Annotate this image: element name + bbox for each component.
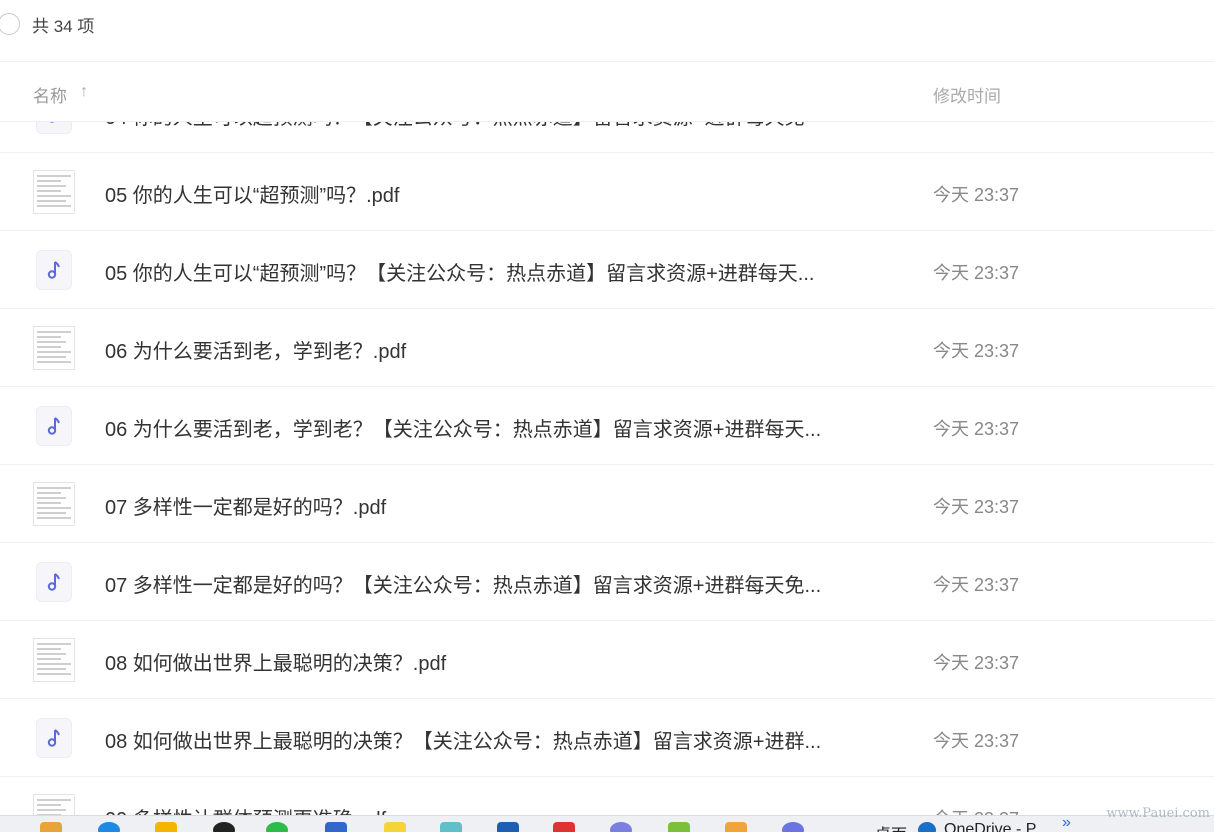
file-name[interactable]: 07 多样性一定都是好的吗？.pdf [105,491,865,520]
audio-icon [36,718,72,758]
column-header: 名称 ↑ 修改时间 [0,62,1214,122]
file-name[interactable]: 08 如何做出世界上最聪明的决策？.pdf [105,647,865,676]
pdf-icon [33,794,75,815]
watermark: www.Pauei.com [1106,806,1210,821]
file-name[interactable]: 07 多样性一定都是好的吗？【关注公众号：热点赤道】留言求资源+进群每天免... [105,569,865,598]
file-modified-time: 今天 23:37 [933,575,1020,595]
taskbar-app-icon[interactable] [610,822,632,832]
taskbar-app-icon[interactable] [40,822,62,832]
onedrive-icon [918,822,936,832]
file-row[interactable]: 07 多样性一定都是好的吗？【关注公众号：热点赤道】留言求资源+进群每天免...… [0,543,1214,621]
taskbar-desktop-label[interactable]: 桌面 [875,821,907,832]
taskbar-app-icon[interactable] [325,822,347,832]
taskbar-notes-icon[interactable] [384,822,406,832]
taskbar: 桌面 OneDrive - P » [0,815,1214,832]
taskbar-app-icon[interactable] [440,822,462,832]
column-name-header[interactable]: 名称 [33,82,67,107]
audio-icon [36,122,72,134]
file-name[interactable]: 05 你的人生可以“超预测”吗？.pdf [105,179,865,208]
file-modified-time: 今天 23:37 [933,185,1020,205]
file-row[interactable]: 08 如何做出世界上最聪明的决策？【关注公众号：热点赤道】留言求资源+进群...… [0,699,1214,777]
file-list: 04 你的人生可以超预测吗？【关注公众号：热点赤道】留言求资源+进群每天免 05 … [0,122,1214,815]
file-name[interactable]: 06 为什么要活到老，学到老？.pdf [105,335,865,364]
file-modified-time: 今天 23:37 [933,341,1020,361]
file-modified-time: 今天 23:37 [933,419,1020,439]
pdf-icon [33,482,75,526]
file-row[interactable]: 05 你的人生可以“超预测”吗？【关注公众号：热点赤道】留言求资源+进群每天..… [0,231,1214,309]
file-name[interactable]: 09 多样性让群体预测更准确.pdf [105,803,865,815]
taskbar-app-icon[interactable] [553,822,575,832]
taskbar-app-icon[interactable] [497,822,519,832]
file-name[interactable]: 06 为什么要活到老，学到老？【关注公众号：热点赤道】留言求资源+进群每天... [105,413,865,442]
file-row[interactable]: 05 你的人生可以“超预测”吗？.pdf 今天 23:37 [0,153,1214,231]
pdf-icon [33,170,75,214]
audio-icon [36,250,72,290]
select-all-checkbox[interactable] [0,13,20,35]
audio-icon [36,406,72,446]
file-row[interactable]: 06 为什么要活到老，学到老？.pdf 今天 23:37 [0,309,1214,387]
taskbar-onedrive-label[interactable]: OneDrive - P [944,821,1036,832]
pdf-icon [33,638,75,682]
file-row[interactable]: 04 你的人生可以超预测吗？【关注公众号：热点赤道】留言求资源+进群每天免 [0,122,1214,153]
overflow-chevron-icon[interactable]: » [1062,816,1071,832]
item-count: 共 34 项 [32,17,95,36]
taskbar-qq-icon[interactable] [213,822,235,832]
file-modified-time: 今天 23:37 [933,653,1020,673]
file-name[interactable]: 05 你的人生可以“超预测”吗？【关注公众号：热点赤道】留言求资源+进群每天..… [105,257,865,286]
taskbar-browser-icon[interactable] [98,822,120,832]
file-modified-time: 今天 23:37 [933,263,1020,283]
file-row[interactable]: 08 如何做出世界上最聪明的决策？.pdf 今天 23:37 [0,621,1214,699]
column-modified-header[interactable]: 修改时间 [933,82,1001,107]
taskbar-wechat-icon[interactable] [266,822,288,832]
taskbar-app-icon[interactable] [725,822,747,832]
file-row[interactable]: 09 多样性让群体预测更准确.pdf 今天 23:37 [0,777,1214,815]
taskbar-folder-icon[interactable] [155,822,177,832]
pdf-icon [33,326,75,370]
taskbar-app-icon[interactable] [668,822,690,832]
file-modified-time: 今天 23:37 [933,731,1020,751]
audio-icon [36,562,72,602]
file-row[interactable]: 06 为什么要活到老，学到老？【关注公众号：热点赤道】留言求资源+进群每天...… [0,387,1214,465]
sort-ascending-icon[interactable]: ↑ [80,83,88,101]
file-name[interactable]: 08 如何做出世界上最聪明的决策？【关注公众号：热点赤道】留言求资源+进群... [105,725,865,754]
file-modified-time: 今天 23:37 [933,497,1020,517]
file-row[interactable]: 07 多样性一定都是好的吗？.pdf 今天 23:37 [0,465,1214,543]
file-modified-time: 今天 23:37 [933,805,1019,815]
toolbar: 共 34 项 [0,0,1214,46]
file-name[interactable]: 04 你的人生可以超预测吗？【关注公众号：热点赤道】留言求资源+进群每天免 [105,122,865,130]
taskbar-app-icon[interactable] [782,822,804,832]
